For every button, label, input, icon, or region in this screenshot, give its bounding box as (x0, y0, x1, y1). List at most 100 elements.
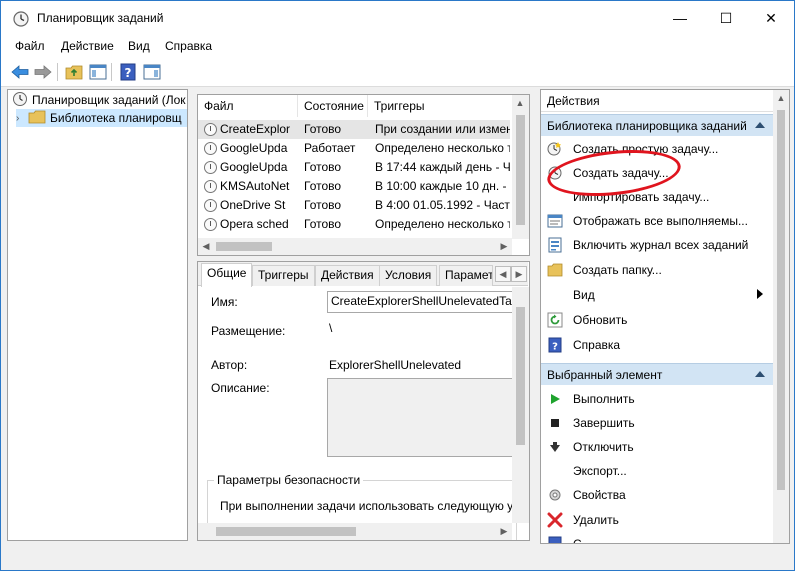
description-field[interactable] (327, 378, 513, 457)
action-disable[interactable]: Отключить (541, 435, 773, 459)
help-icon (547, 536, 563, 543)
author-value: ExplorerShellUnelevated (329, 358, 462, 372)
action-end[interactable]: Завершить (541, 411, 773, 435)
task-name: CreateExplor (220, 122, 291, 136)
collapse-icon[interactable] (755, 371, 765, 377)
menu-file[interactable]: Файл (15, 39, 45, 53)
show-hide-tree-icon[interactable] (88, 62, 108, 82)
column-header-name[interactable]: Файл (198, 95, 298, 117)
scroll-thumb[interactable] (216, 242, 272, 251)
menu-action[interactable]: Действие (61, 39, 114, 53)
action-refresh[interactable]: Обновить (541, 308, 773, 332)
section-selected-title: Выбранный элемент (547, 368, 663, 382)
task-row[interactable]: KMSAutoNet Готово В 10:00 каждые 10 дн. … (198, 177, 510, 196)
action-label: Обновить (573, 313, 628, 327)
scroll-right-icon[interactable]: ▶ (496, 523, 512, 539)
help-icon: ? (547, 337, 563, 353)
task-name: OneDrive St (220, 198, 286, 212)
chevron-right-icon[interactable]: › (16, 113, 28, 124)
action-label: Отображать все выполняемы... (573, 214, 748, 228)
scroll-up-icon[interactable]: ▲ (512, 95, 528, 111)
name-field[interactable]: CreateExplorerShellUnelevatedTask (327, 291, 513, 313)
close-button[interactable]: ✕ (748, 1, 794, 35)
maximize-button[interactable]: ☐ (703, 1, 749, 35)
description-label: Описание: (211, 381, 270, 395)
tab-actions[interactable]: Действия (315, 265, 380, 286)
folder-icon (547, 262, 563, 278)
run-icon (547, 391, 563, 407)
action-label: С (573, 537, 582, 544)
task-name: GoogleUpda (220, 160, 288, 174)
task-row[interactable]: Opera sched Готово Определено несколько … (198, 215, 510, 234)
action-view[interactable]: Вид (541, 283, 773, 307)
action-label: Экспорт... (573, 464, 627, 478)
scroll-left-icon[interactable]: ◀ (198, 238, 214, 254)
tree-pane: Планировщик заданий (Лок › Библиотека пл… (7, 89, 188, 541)
tab-conditions[interactable]: Условия (379, 265, 438, 286)
menu-view[interactable]: Вид (128, 39, 150, 53)
tree-library[interactable]: › Библиотека планировщ (16, 109, 187, 127)
action-properties[interactable]: Свойства (541, 483, 773, 507)
scroll-thumb[interactable] (216, 527, 356, 536)
tree-root[interactable]: Планировщик заданий (Лок (12, 91, 186, 109)
tab-settings[interactable]: Парамет (439, 265, 493, 286)
collapse-icon[interactable] (755, 122, 765, 128)
task-row[interactable]: OneDrive St Готово В 4:00 01.05.1992 - Ч… (198, 196, 510, 215)
menu-help[interactable]: Справка (165, 39, 212, 53)
task-row[interactable]: GoogleUpda Работает Определено несколько… (198, 139, 510, 158)
task-state: Работает (304, 141, 356, 155)
minimize-button[interactable]: — (657, 1, 703, 35)
tab-general[interactable]: Общие (201, 263, 253, 287)
scroll-thumb[interactable] (516, 307, 525, 445)
back-arrow-icon[interactable] (10, 62, 30, 82)
show-actions-pane-icon[interactable] (142, 62, 162, 82)
disable-icon (547, 439, 563, 455)
task-list-vscroll[interactable]: ▲ (512, 95, 529, 239)
forward-arrow-icon[interactable] (33, 62, 53, 82)
task-trigger: Определено несколько т (375, 217, 510, 231)
task-row[interactable]: CreateExplor Готово При создании или изм… (198, 120, 510, 139)
column-header-state[interactable]: Состояние (298, 95, 368, 117)
scroll-thumb[interactable] (777, 110, 785, 490)
up-folder-icon[interactable] (64, 62, 84, 82)
task-list-hscroll[interactable]: ◀ ▶ (198, 238, 512, 255)
details-vscroll[interactable] (512, 287, 529, 523)
details-hscroll[interactable]: ▶ (198, 523, 512, 540)
task-state: Готово (304, 179, 342, 193)
tab-triggers[interactable]: Триггеры (252, 265, 315, 286)
section-library[interactable]: Библиотека планировщика заданий (541, 114, 773, 136)
task-state: Готово (304, 217, 342, 231)
task-trigger: В 10:00 каждые 10 дн. - Ча (375, 179, 510, 193)
task-state: Готово (304, 198, 342, 212)
tab-scroll-left-icon[interactable]: ◀ (495, 266, 511, 282)
wizard-icon (547, 141, 563, 157)
scroll-right-icon[interactable]: ▶ (496, 238, 512, 254)
action-help[interactable]: ? Справка (541, 333, 773, 357)
clock-app-icon (13, 11, 29, 27)
action-enable-log[interactable]: Включить журнал всех заданий (541, 233, 773, 257)
action-show-running[interactable]: Отображать все выполняемы... (541, 209, 773, 233)
tree-library-label: Библиотека планировщ (50, 111, 182, 125)
task-trigger: В 17:44 каждый день - Ча (375, 160, 510, 174)
action-label: Завершить (573, 416, 635, 430)
scroll-up-icon[interactable]: ▲ (773, 90, 789, 106)
help-book-icon[interactable]: ? (118, 62, 138, 82)
section-selected[interactable]: Выбранный элемент (541, 363, 773, 385)
action-label: Справка (573, 338, 621, 352)
action-create-folder[interactable]: Создать папку... (541, 258, 773, 282)
actions-vscroll[interactable]: ▲ (773, 90, 789, 543)
task-row[interactable]: GoogleUpda Готово В 17:44 каждый день - … (198, 158, 510, 177)
task-name: GoogleUpda (220, 141, 288, 155)
security-group-title: Параметры безопасности (214, 473, 364, 487)
action-delete[interactable]: Удалить (541, 508, 773, 532)
location-value: \ (329, 321, 333, 335)
action-help-2[interactable]: С (541, 532, 773, 544)
action-export[interactable]: Экспорт... (541, 459, 773, 483)
column-header-triggers[interactable]: Триггеры (368, 95, 513, 117)
security-text: При выполнении задачи использовать следу… (220, 499, 512, 513)
scroll-thumb[interactable] (516, 115, 525, 225)
tab-scroll-right-icon[interactable]: ▶ (511, 266, 527, 282)
details-pane: Общие Триггеры Действия Условия Парамет … (197, 261, 530, 541)
action-run[interactable]: Выполнить (541, 387, 773, 411)
task-state: Готово (304, 122, 342, 136)
